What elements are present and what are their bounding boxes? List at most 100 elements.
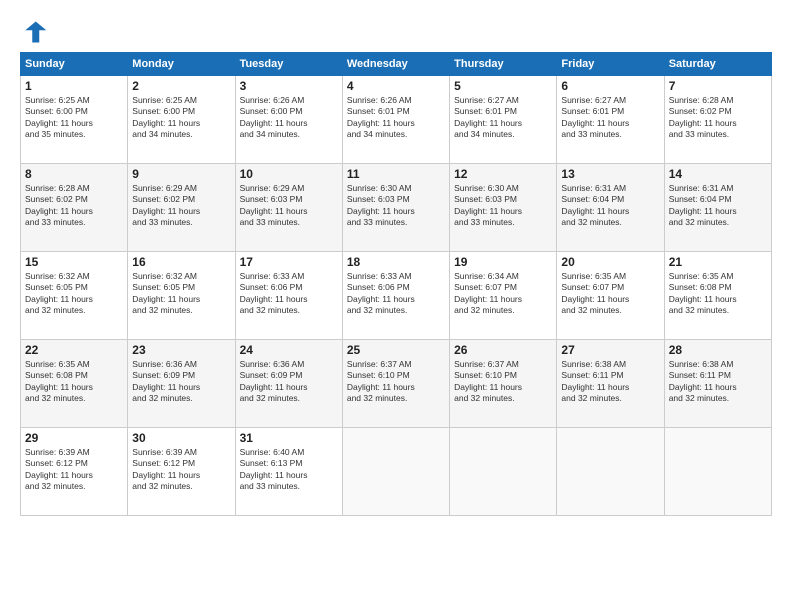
day-info: Sunrise: 6:27 AMSunset: 6:01 PMDaylight:… xyxy=(561,95,659,141)
calendar-cell: 4Sunrise: 6:26 AMSunset: 6:01 PMDaylight… xyxy=(342,76,449,164)
calendar-week-1: 1 Sunrise: 6:25 AMSunset: 6:00 PMDaylight… xyxy=(21,76,772,164)
calendar-cell: 1 Sunrise: 6:25 AMSunset: 6:00 PMDaylight… xyxy=(21,76,128,164)
calendar-cell: 16 Sunrise: 6:32 AMSunset: 6:05 PMDayligh… xyxy=(128,252,235,340)
day-info: Sunrise: 6:29 AMSunset: 6:03 PMDaylight:… xyxy=(240,183,338,229)
day-number: 22 xyxy=(25,343,123,357)
calendar-cell: 21 Sunrise: 6:35 AMSunset: 6:08 PMDayligh… xyxy=(664,252,771,340)
calendar-header-monday: Monday xyxy=(128,53,235,76)
calendar-cell: 23Sunrise: 6:36 AMSunset: 6:09 PMDayligh… xyxy=(128,340,235,428)
logo-icon xyxy=(20,18,48,46)
calendar-table: SundayMondayTuesdayWednesdayThursdayFrid… xyxy=(20,52,772,516)
day-number: 8 xyxy=(25,167,123,181)
calendar-cell: 2Sunrise: 6:25 AMSunset: 6:00 PMDaylight… xyxy=(128,76,235,164)
day-info: Sunrise: 6:27 AMSunset: 6:01 PMDaylight:… xyxy=(454,95,552,141)
calendar-cell: 10 Sunrise: 6:29 AMSunset: 6:03 PMDayligh… xyxy=(235,164,342,252)
day-number: 16 xyxy=(132,255,230,269)
calendar-header-friday: Friday xyxy=(557,53,664,76)
day-info: Sunrise: 6:30 AMSunset: 6:03 PMDaylight:… xyxy=(454,183,552,229)
day-info: Sunrise: 6:37 AMSunset: 6:10 PMDaylight:… xyxy=(454,359,552,405)
day-number: 27 xyxy=(561,343,659,357)
calendar-cell: 28 Sunrise: 6:38 AMSunset: 6:11 PMDayligh… xyxy=(664,340,771,428)
day-info: Sunrise: 6:29 AMSunset: 6:02 PMDaylight:… xyxy=(132,183,230,229)
calendar-cell xyxy=(557,428,664,516)
calendar-cell: 25 Sunrise: 6:37 AMSunset: 6:10 PMDayligh… xyxy=(342,340,449,428)
day-info: Sunrise: 6:31 AMSunset: 6:04 PMDaylight:… xyxy=(669,183,767,229)
calendar-cell xyxy=(450,428,557,516)
day-number: 15 xyxy=(25,255,123,269)
calendar-week-4: 22Sunrise: 6:35 AMSunset: 6:08 PMDayligh… xyxy=(21,340,772,428)
day-info: Sunrise: 6:34 AMSunset: 6:07 PMDaylight:… xyxy=(454,271,552,317)
day-number: 25 xyxy=(347,343,445,357)
calendar-cell: 26 Sunrise: 6:37 AMSunset: 6:10 PMDayligh… xyxy=(450,340,557,428)
calendar-cell: 30Sunrise: 6:39 AMSunset: 6:12 PMDayligh… xyxy=(128,428,235,516)
calendar-week-3: 15 Sunrise: 6:32 AMSunset: 6:05 PMDayligh… xyxy=(21,252,772,340)
calendar-cell: 22Sunrise: 6:35 AMSunset: 6:08 PMDayligh… xyxy=(21,340,128,428)
day-info: Sunrise: 6:28 AMSunset: 6:02 PMDaylight:… xyxy=(25,183,123,229)
day-number: 9 xyxy=(132,167,230,181)
day-info: Sunrise: 6:40 AMSunset: 6:13 PMDaylight:… xyxy=(240,447,338,493)
calendar-header-row: SundayMondayTuesdayWednesdayThursdayFrid… xyxy=(21,53,772,76)
day-number: 5 xyxy=(454,79,552,93)
header xyxy=(20,18,772,46)
day-info: Sunrise: 6:37 AMSunset: 6:10 PMDaylight:… xyxy=(347,359,445,405)
day-info: Sunrise: 6:36 AMSunset: 6:09 PMDaylight:… xyxy=(240,359,338,405)
day-number: 24 xyxy=(240,343,338,357)
calendar-cell: 8 Sunrise: 6:28 AMSunset: 6:02 PMDaylight… xyxy=(21,164,128,252)
day-number: 14 xyxy=(669,167,767,181)
calendar-cell: 13 Sunrise: 6:31 AMSunset: 6:04 PMDayligh… xyxy=(557,164,664,252)
day-info: Sunrise: 6:33 AMSunset: 6:06 PMDaylight:… xyxy=(347,271,445,317)
day-number: 30 xyxy=(132,431,230,445)
day-number: 10 xyxy=(240,167,338,181)
calendar-cell: 29Sunrise: 6:39 AMSunset: 6:12 PMDayligh… xyxy=(21,428,128,516)
day-info: Sunrise: 6:35 AMSunset: 6:08 PMDaylight:… xyxy=(669,271,767,317)
calendar-cell: 27 Sunrise: 6:38 AMSunset: 6:11 PMDayligh… xyxy=(557,340,664,428)
calendar-cell xyxy=(664,428,771,516)
calendar-cell: 15 Sunrise: 6:32 AMSunset: 6:05 PMDayligh… xyxy=(21,252,128,340)
calendar-header-saturday: Saturday xyxy=(664,53,771,76)
day-number: 2 xyxy=(132,79,230,93)
day-info: Sunrise: 6:38 AMSunset: 6:11 PMDaylight:… xyxy=(669,359,767,405)
calendar-cell: 6Sunrise: 6:27 AMSunset: 6:01 PMDaylight… xyxy=(557,76,664,164)
day-info: Sunrise: 6:33 AMSunset: 6:06 PMDaylight:… xyxy=(240,271,338,317)
calendar-header-sunday: Sunday xyxy=(21,53,128,76)
calendar-cell: 17Sunrise: 6:33 AMSunset: 6:06 PMDayligh… xyxy=(235,252,342,340)
calendar-week-2: 8 Sunrise: 6:28 AMSunset: 6:02 PMDaylight… xyxy=(21,164,772,252)
day-info: Sunrise: 6:36 AMSunset: 6:09 PMDaylight:… xyxy=(132,359,230,405)
day-info: Sunrise: 6:25 AMSunset: 6:00 PMDaylight:… xyxy=(25,95,123,141)
day-info: Sunrise: 6:31 AMSunset: 6:04 PMDaylight:… xyxy=(561,183,659,229)
day-number: 11 xyxy=(347,167,445,181)
calendar-cell: 3 Sunrise: 6:26 AMSunset: 6:00 PMDaylight… xyxy=(235,76,342,164)
day-number: 26 xyxy=(454,343,552,357)
calendar-cell xyxy=(342,428,449,516)
day-number: 21 xyxy=(669,255,767,269)
day-info: Sunrise: 6:32 AMSunset: 6:05 PMDaylight:… xyxy=(132,271,230,317)
logo xyxy=(20,18,52,46)
day-info: Sunrise: 6:38 AMSunset: 6:11 PMDaylight:… xyxy=(561,359,659,405)
day-info: Sunrise: 6:32 AMSunset: 6:05 PMDaylight:… xyxy=(25,271,123,317)
day-number: 31 xyxy=(240,431,338,445)
calendar-cell: 19 Sunrise: 6:34 AMSunset: 6:07 PMDayligh… xyxy=(450,252,557,340)
calendar-cell: 24 Sunrise: 6:36 AMSunset: 6:09 PMDayligh… xyxy=(235,340,342,428)
day-number: 18 xyxy=(347,255,445,269)
calendar-cell: 7 Sunrise: 6:28 AMSunset: 6:02 PMDaylight… xyxy=(664,76,771,164)
calendar-cell: 31 Sunrise: 6:40 AMSunset: 6:13 PMDayligh… xyxy=(235,428,342,516)
day-info: Sunrise: 6:26 AMSunset: 6:00 PMDaylight:… xyxy=(240,95,338,141)
day-number: 1 xyxy=(25,79,123,93)
day-number: 13 xyxy=(561,167,659,181)
day-info: Sunrise: 6:30 AMSunset: 6:03 PMDaylight:… xyxy=(347,183,445,229)
day-number: 29 xyxy=(25,431,123,445)
calendar-cell: 14 Sunrise: 6:31 AMSunset: 6:04 PMDayligh… xyxy=(664,164,771,252)
day-number: 20 xyxy=(561,255,659,269)
day-number: 7 xyxy=(669,79,767,93)
day-number: 28 xyxy=(669,343,767,357)
calendar-header-tuesday: Tuesday xyxy=(235,53,342,76)
calendar-cell: 9 Sunrise: 6:29 AMSunset: 6:02 PMDaylight… xyxy=(128,164,235,252)
calendar-cell: 11 Sunrise: 6:30 AMSunset: 6:03 PMDayligh… xyxy=(342,164,449,252)
day-number: 12 xyxy=(454,167,552,181)
day-info: Sunrise: 6:35 AMSunset: 6:07 PMDaylight:… xyxy=(561,271,659,317)
day-number: 3 xyxy=(240,79,338,93)
day-info: Sunrise: 6:28 AMSunset: 6:02 PMDaylight:… xyxy=(669,95,767,141)
page: SundayMondayTuesdayWednesdayThursdayFrid… xyxy=(0,0,792,612)
day-number: 19 xyxy=(454,255,552,269)
day-number: 4 xyxy=(347,79,445,93)
